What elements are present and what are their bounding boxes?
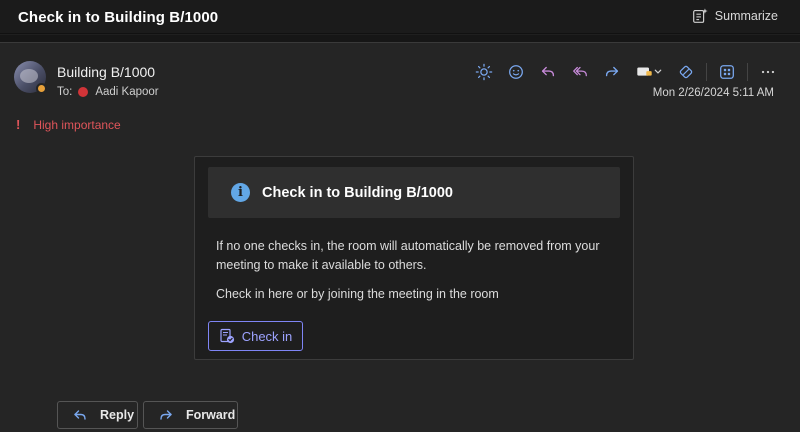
- importance-label: High importance: [33, 117, 121, 132]
- recipient-name[interactable]: Aadi Kapoor: [95, 86, 158, 98]
- checkin-button[interactable]: Check in: [208, 321, 303, 351]
- toolbar-separator: [747, 63, 748, 81]
- sender-name[interactable]: Building B/1000: [57, 64, 155, 80]
- checkin-label: Check in: [241, 328, 293, 344]
- importance-banner: ! High importance: [16, 117, 121, 132]
- apps-icon[interactable]: [715, 61, 739, 83]
- importance-icon: !: [16, 117, 21, 132]
- divider: [0, 35, 800, 42]
- more-icon[interactable]: [756, 61, 780, 83]
- reply-label: Reply: [100, 408, 135, 422]
- toolbar-separator: [706, 63, 707, 81]
- card-body: If no one checks in, the room will autom…: [216, 237, 616, 314]
- message-pane: Building B/1000 To: Aadi Kapoor Mon 2/26…: [0, 42, 800, 432]
- presence-status-icon: [36, 83, 47, 94]
- email-subject: Check in to Building B/1000: [18, 9, 219, 26]
- reply-button[interactable]: Reply: [57, 401, 138, 429]
- reply-icon[interactable]: [536, 61, 560, 83]
- message-actions: [464, 61, 780, 83]
- card-header: i Check in to Building B/1000: [208, 167, 620, 218]
- summarize-icon: [692, 8, 708, 23]
- tag-dropdown-icon[interactable]: [632, 61, 666, 83]
- reply-icon: [74, 410, 86, 420]
- info-icon: i: [231, 183, 250, 202]
- recipients-row: To: Aadi Kapoor: [57, 86, 159, 98]
- emoji-icon[interactable]: [504, 61, 528, 83]
- reply-all-icon[interactable]: [568, 61, 592, 83]
- forward-icon: [160, 410, 172, 420]
- card-body-text: Check in here or by joining the meeting …: [216, 287, 499, 301]
- forward-label: Forward: [186, 408, 236, 422]
- card-body-text: If no one checks in, the room will autom…: [216, 239, 600, 272]
- summarize-button[interactable]: Summarize: [691, 5, 778, 27]
- sun-icon[interactable]: [472, 61, 496, 83]
- card-title: Check in to Building B/1000: [262, 184, 453, 201]
- room-checkin-icon: [220, 328, 234, 344]
- recipient-status-icon: [78, 87, 89, 97]
- forward-button[interactable]: Forward: [143, 401, 238, 429]
- sticker-icon[interactable]: [674, 61, 698, 83]
- to-label: To:: [57, 86, 73, 98]
- title-bar: Check in to Building B/1000 Summarize: [0, 0, 800, 34]
- received-date: Mon 2/26/2024 5:11 AM: [652, 87, 774, 99]
- summarize-label: Summarize: [714, 9, 778, 23]
- checkin-card: i Check in to Building B/1000 If no one …: [194, 156, 634, 360]
- forward-icon[interactable]: [600, 61, 624, 83]
